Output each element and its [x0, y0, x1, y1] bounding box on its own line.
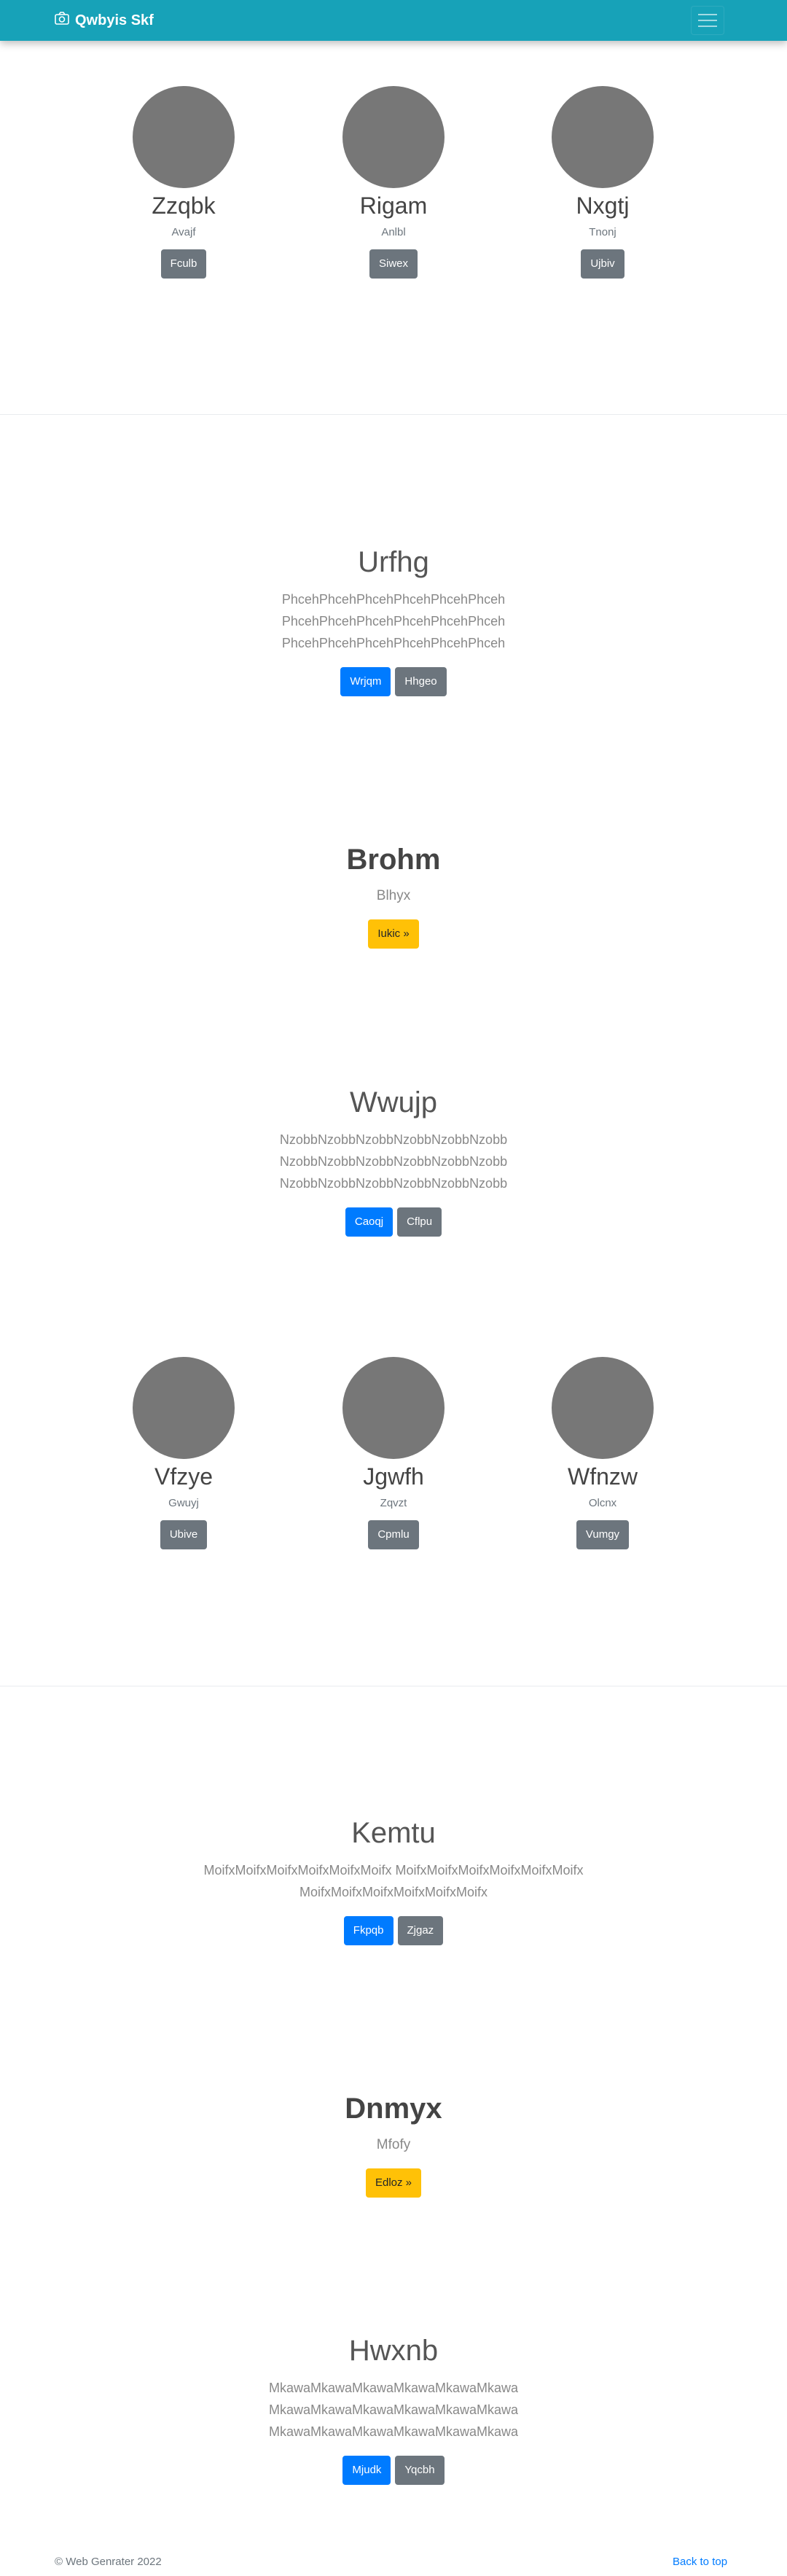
jumbotron-title: Urfhg	[358, 546, 429, 578]
text-line: MkawaMkawaMkawaMkawaMkawaMkawa	[268, 2424, 519, 2439]
brand-label: Qwbyis Skf	[75, 12, 154, 28]
text-line: PhcehPhcehPhcehPhcehPhcehPhceh	[281, 614, 506, 629]
hero-subtitle: Mfofy	[376, 2137, 411, 2152]
secondary-button[interactable]: Zjgaz	[397, 1916, 444, 1945]
footer: © Web Genrater 2022 Back to top	[0, 2556, 787, 2576]
member-name: Nxgtj	[576, 192, 630, 219]
member-button[interactable]: Ujbiv	[581, 249, 624, 279]
avatar	[133, 86, 235, 188]
hamburger-icon-bar	[698, 14, 717, 15]
member-role: Zqvzt	[380, 1497, 407, 1509]
jumbotron-text: MoifxMoifxMoifxMoifxMoifxMoifx MoifxMoif…	[0, 1859, 787, 1903]
back-to-top-link[interactable]: Back to top	[673, 2556, 727, 2568]
jumbotron-title: Hwxnb	[348, 2335, 439, 2367]
primary-button[interactable]: Wrjqm	[340, 667, 391, 696]
jumbotron-text: NzobbNzobbNzobbNzobbNzobbNzobb NzobbNzob…	[0, 1129, 787, 1194]
member-role: Anlbl	[381, 226, 406, 238]
primary-button[interactable]: Fkpqb	[343, 1916, 394, 1945]
text-line: PhcehPhcehPhcehPhcehPhcehPhceh	[281, 636, 506, 650]
hero-2: Dnmyx Mfofy Edloz »	[0, 2091, 787, 2198]
member-role: Olcnx	[588, 1497, 617, 1509]
member-name: Wfnzw	[568, 1463, 638, 1490]
navbar: Qwbyis Skf	[0, 0, 787, 41]
navbar-brand[interactable]: Qwbyis Skf	[55, 0, 154, 41]
member-name: Vfzye	[154, 1463, 214, 1490]
hero-subtitle: Blhyx	[376, 888, 411, 903]
jumbotron-2: Wwujp NzobbNzobbNzobbNzobbNzobbNzobb Nzo…	[0, 1085, 787, 1237]
camera-icon	[55, 12, 69, 29]
hamburger-icon-bar	[698, 26, 717, 27]
team-member-card: Jgwfh Zqvzt Cpmlu	[302, 1357, 485, 1549]
text-line: MkawaMkawaMkawaMkawaMkawaMkawa	[268, 2381, 519, 2395]
navbar-toggler-button[interactable]	[691, 6, 724, 35]
jumbotron-title: Kemtu	[351, 1817, 436, 1849]
jumbotron-4: Hwxnb MkawaMkawaMkawaMkawaMkawaMkawa Mka…	[0, 2333, 787, 2485]
copyright-text: © Web Genrater 2022	[55, 2556, 162, 2568]
avatar	[342, 86, 445, 188]
member-name: Rigam	[359, 192, 428, 219]
jumbotron-title: Wwujp	[349, 1086, 438, 1118]
member-name: Jgwfh	[363, 1463, 424, 1490]
member-button[interactable]: Cpmlu	[368, 1520, 419, 1549]
hero-1: Brohm Blhyx Iukic »	[0, 842, 787, 949]
hero-title: Brohm	[346, 844, 441, 876]
jumbotron-buttons: Wrjqm Hhgeo	[0, 667, 787, 696]
jumbotron-buttons: Fkpqb Zjgaz	[0, 1916, 787, 1945]
secondary-button[interactable]: Cflpu	[397, 1207, 442, 1237]
member-button[interactable]: Fculb	[160, 249, 207, 279]
text-line: NzobbNzobbNzobbNzobbNzobbNzobb	[279, 1176, 508, 1191]
text-line: MkawaMkawaMkawaMkawaMkawaMkawa	[268, 2402, 519, 2417]
text-line: PhcehPhcehPhcehPhcehPhcehPhceh	[281, 592, 506, 607]
jumbotron-1: Urfhg PhcehPhcehPhcehPhcehPhcehPhceh Phc…	[0, 545, 787, 696]
member-name: Zzqbk	[152, 192, 216, 219]
avatar	[133, 1357, 235, 1459]
hero-button[interactable]: Iukic »	[368, 919, 419, 949]
hero-button[interactable]: Edloz »	[365, 2168, 422, 2198]
jumbotron-buttons: Caoqj Cflpu	[0, 1207, 787, 1237]
secondary-button[interactable]: Hhgeo	[395, 667, 447, 696]
section-divider	[0, 414, 787, 415]
hamburger-icon-bar	[698, 20, 717, 21]
text-line: MoifxMoifxMoifxMoifxMoifxMoifx	[299, 1885, 488, 1899]
jumbotron-3: Kemtu MoifxMoifxMoifxMoifxMoifxMoifx Moi…	[0, 1816, 787, 1945]
jumbotron-text: PhcehPhcehPhcehPhcehPhcehPhceh PhcehPhce…	[0, 588, 787, 654]
jumbotron-text: MkawaMkawaMkawaMkawaMkawaMkawa MkawaMkaw…	[0, 2377, 787, 2443]
team-member-card: Wfnzw Olcnx Vumgy	[512, 1357, 694, 1549]
primary-button[interactable]: Caoqj	[345, 1207, 394, 1237]
team-member-card: Nxgtj Tnonj Ujbiv	[512, 86, 694, 279]
text-line: NzobbNzobbNzobbNzobbNzobbNzobb	[279, 1132, 508, 1147]
hero-title: Dnmyx	[345, 2093, 442, 2125]
team-member-card: Zzqbk Avajf Fculb	[93, 86, 275, 279]
text-line: MoifxMoifxMoifxMoifxMoifxMoifx MoifxMoif…	[203, 1863, 584, 1877]
text-line: NzobbNzobbNzobbNzobbNzobbNzobb	[279, 1154, 508, 1169]
avatar	[552, 1357, 654, 1459]
avatar	[552, 86, 654, 188]
team-member-card: Vfzye Gwuyj Ubive	[93, 1357, 275, 1549]
member-role: Tnonj	[589, 226, 616, 238]
member-button[interactable]: Vumgy	[576, 1520, 630, 1549]
team-member-card: Rigam Anlbl Siwex	[302, 86, 485, 279]
avatar	[342, 1357, 445, 1459]
member-role: Avajf	[171, 226, 196, 238]
member-button[interactable]: Ubive	[160, 1520, 208, 1549]
member-button[interactable]: Siwex	[369, 249, 418, 279]
primary-button[interactable]: Mjudk	[342, 2456, 391, 2485]
secondary-button[interactable]: Yqcbh	[395, 2456, 445, 2485]
jumbotron-buttons: Mjudk Yqcbh	[0, 2456, 787, 2485]
member-role: Gwuyj	[168, 1497, 199, 1509]
